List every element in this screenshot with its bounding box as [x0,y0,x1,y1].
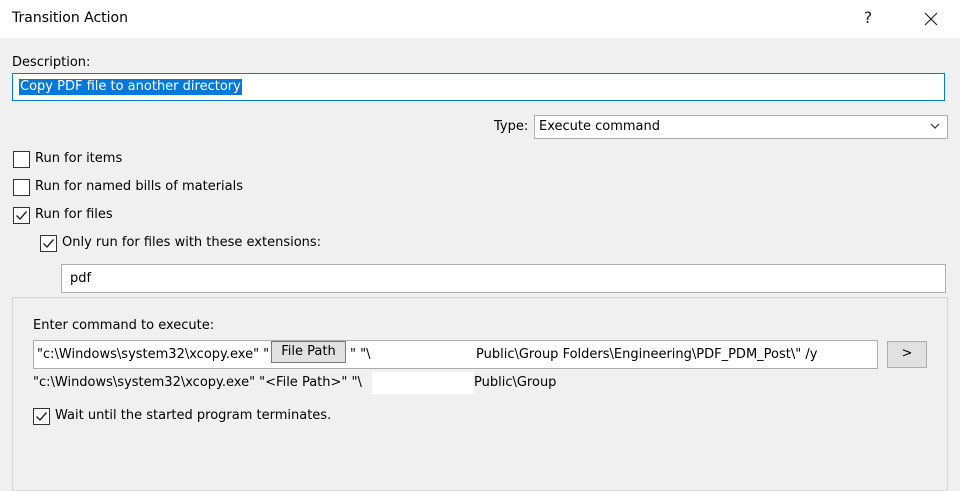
wait-label: Wait until the started program terminate… [55,408,332,423]
only-extensions-label: Only run for files with these extensions… [62,235,322,250]
run-for-boms-checkbox[interactable] [13,179,30,196]
run-for-files-label: Run for files [35,207,113,222]
close-button[interactable] [916,6,946,32]
checkmark-icon [43,239,55,249]
run-for-items-checkbox[interactable] [13,151,30,168]
help-button[interactable]: ? [856,6,880,30]
file-path-token[interactable]: File Path [271,341,346,363]
run-for-files-checkbox[interactable] [13,207,30,224]
redacted-area [372,342,474,368]
run-for-items-label: Run for items [35,151,123,166]
window-title: Transition Action [12,10,128,26]
type-select[interactable]: Execute command [534,115,948,139]
command-preview-part2: Public\Group [474,375,557,390]
description-label: Description: [12,55,91,70]
checkmark-icon [36,412,48,422]
extensions-input[interactable]: pdf [61,264,946,293]
description-input[interactable]: Copy PDF file to another directory [12,73,945,101]
wait-checkbox[interactable] [33,408,50,425]
extensions-value: pdf [70,271,92,286]
command-text-part2: " "\ [350,347,371,362]
type-label: Type: [494,119,529,134]
only-extensions-checkbox[interactable] [40,235,57,252]
command-preview-part1: "c:\Windows\system32\xcopy.exe" "<File P… [33,375,362,390]
checkmark-icon [16,211,28,221]
command-text-part1: "c:\Windows\system32\xcopy.exe" " [37,347,270,362]
command-text-part3: Public\Group Folders\Engineering\PDF_PDM… [476,347,818,362]
description-value: Copy PDF file to another directory [19,79,242,95]
title-bar: Transition Action ? [0,0,960,38]
command-label: Enter command to execute: [33,318,215,333]
run-for-boms-label: Run for named bills of materials [35,179,244,194]
close-icon [924,12,938,26]
redacted-area [372,372,474,394]
type-selected-value: Execute command [539,119,661,134]
insert-variable-button[interactable]: > [887,341,927,368]
chevron-down-icon [930,123,940,129]
